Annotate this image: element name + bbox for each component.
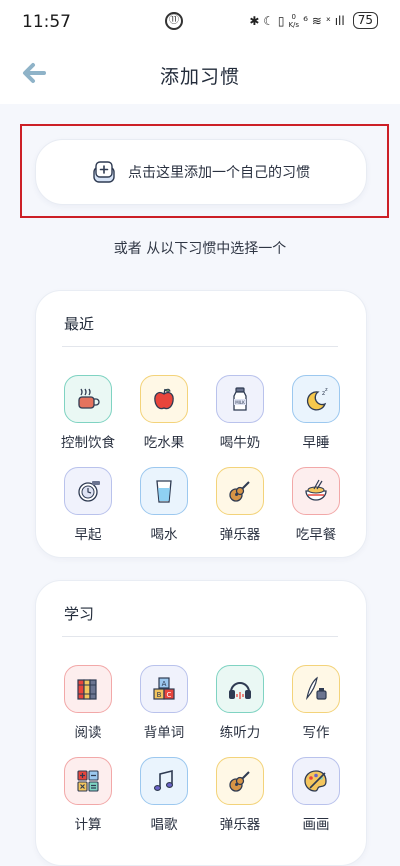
section-divider <box>62 636 338 637</box>
habit-item-drawing[interactable]: 画画 <box>278 757 354 833</box>
headphones-icon <box>216 665 264 713</box>
habit-item-sleep-early[interactable]: zz 早睡 <box>278 375 354 451</box>
add-custom-habit-button[interactable]: 点击这里添加一个自己的习惯 <box>35 139 367 205</box>
habit-label: 吃早餐 <box>295 527 337 543</box>
habit-label: 阅读 <box>74 725 102 741</box>
habit-item-eat-breakfast[interactable]: 吃早餐 <box>278 467 354 543</box>
network-speed-unit: K/s <box>288 20 300 29</box>
habit-grid: 阅读 ABC 背单词 练听力 写作 计算 唱歌 弹乐器 画画 <box>50 665 354 833</box>
abc-blocks-icon: ABC <box>140 665 188 713</box>
svg-text:MILK: MILK <box>235 400 245 405</box>
svg-text:A: A <box>162 680 167 688</box>
notification-icon: ⑪ <box>165 12 183 30</box>
or-choose-text: 或者 从以下习惯中选择一个 <box>113 241 287 257</box>
bluetooth-moon-vibrate-icons: ✱ ☾ ▯ <box>249 13 285 28</box>
calculator-icon <box>64 757 112 805</box>
guitar-icon <box>216 467 264 515</box>
coffee-cup-icon <box>64 375 112 423</box>
habit-label: 计算 <box>74 817 102 833</box>
habit-label: 吃水果 <box>143 435 185 451</box>
alarm-clock-icon <box>64 467 112 515</box>
habit-item-play-instrument[interactable]: 弹乐器 <box>202 757 278 833</box>
header: 添加习惯 <box>0 44 400 104</box>
habit-label: 早睡 <box>302 435 330 451</box>
habit-label: 唱歌 <box>150 817 178 833</box>
habit-label: 画画 <box>302 817 330 833</box>
network-speed-value: 0 <box>291 12 296 21</box>
habit-label: 控制饮食 <box>61 435 115 451</box>
music-note-icon <box>140 757 188 805</box>
habit-item-drink-milk[interactable]: MILK 喝牛奶 <box>202 375 278 451</box>
habit-item-wake-early[interactable]: 早起 <box>50 467 126 543</box>
section-title: 最近 <box>64 315 95 333</box>
svg-text:z: z <box>325 387 328 393</box>
habit-item-drink-water[interactable]: 喝水 <box>126 467 202 543</box>
section-recent: 最近 控制饮食 吃水果 MILK 喝牛奶 zz 早睡 早起 喝水 弹乐器 吃早餐 <box>35 290 367 558</box>
habit-item-read[interactable]: 阅读 <box>50 665 126 741</box>
section-divider <box>62 346 338 347</box>
milk-bottle-icon: MILK <box>216 375 264 423</box>
network-speed: 0 K/s <box>288 13 299 29</box>
habit-item-eat-fruit[interactable]: 吃水果 <box>126 375 202 451</box>
quill-ink-icon <box>292 665 340 713</box>
add-custom-habit-label: 点击这里添加一个自己的习惯 <box>128 165 310 181</box>
page-title: 添加习惯 <box>159 66 240 88</box>
habit-label: 写作 <box>302 725 330 741</box>
habit-label: 背单词 <box>143 725 185 741</box>
habit-item-play-instrument[interactable]: 弹乐器 <box>202 467 278 543</box>
water-glass-icon <box>140 467 188 515</box>
guitar-icon <box>216 757 264 805</box>
habit-label: 喝牛奶 <box>219 435 261 451</box>
habit-item-singing[interactable]: 唱歌 <box>126 757 202 833</box>
habit-label: 喝水 <box>150 527 178 543</box>
habit-label: 练听力 <box>219 725 261 741</box>
svg-text:C: C <box>167 691 172 699</box>
section-title: 学习 <box>64 605 95 623</box>
status-bar: 11:57 ⑪ ✱ ☾ ▯ 0 K/s ⁶ ≋ ˣ ıll 75 <box>0 0 400 44</box>
habit-item-diet-control[interactable]: 控制饮食 <box>50 375 126 451</box>
habit-grid: 控制饮食 吃水果 MILK 喝牛奶 zz 早睡 早起 喝水 弹乐器 吃早餐 <box>50 375 354 543</box>
habit-item-writing[interactable]: 写作 <box>278 665 354 741</box>
habit-label: 弹乐器 <box>219 527 261 543</box>
habit-item-calculate[interactable]: 计算 <box>50 757 126 833</box>
svg-text:B: B <box>157 691 162 699</box>
habit-item-practice-listening[interactable]: 练听力 <box>202 665 278 741</box>
status-icons: ✱ ☾ ▯ 0 K/s ⁶ ≋ ˣ ıll 75 <box>249 12 378 29</box>
add-square-icon <box>92 160 116 184</box>
status-time: 11:57 <box>22 12 71 32</box>
paint-palette-icon <box>292 757 340 805</box>
habit-item-memorize-words[interactable]: ABC 背单词 <box>126 665 202 741</box>
section-study: 学习 阅读 ABC 背单词 练听力 写作 计算 唱歌 弹乐器 画画 <box>35 580 367 866</box>
habit-label: 早起 <box>74 527 102 543</box>
apple-icon <box>140 375 188 423</box>
wifi-signal-icons: ⁶ ≋ ˣ ıll <box>303 13 345 28</box>
moon-sleep-icon: zz <box>292 375 340 423</box>
books-icon <box>64 665 112 713</box>
habit-label: 弹乐器 <box>219 817 261 833</box>
battery-icon: 75 <box>352 12 378 29</box>
breakfast-bowl-icon <box>292 467 340 515</box>
